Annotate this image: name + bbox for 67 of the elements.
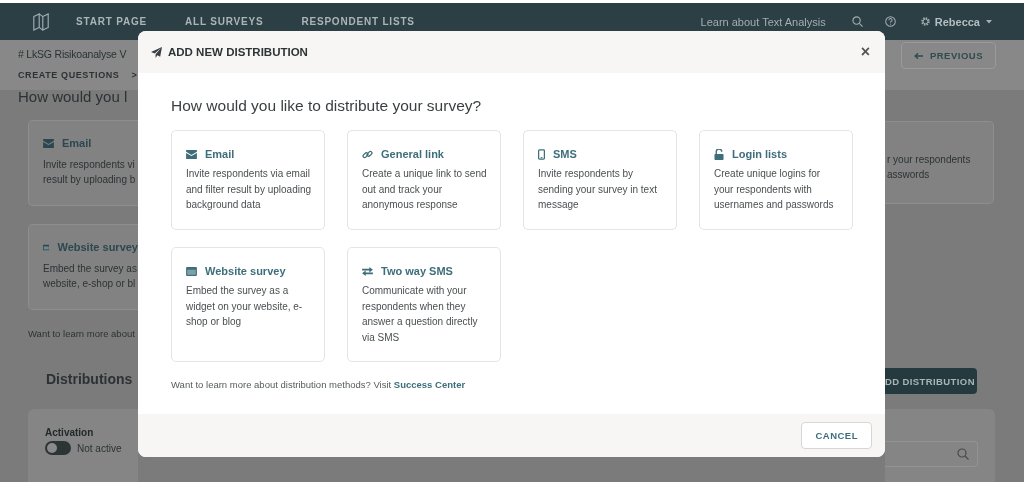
card-description: Create unique logins for your respondents with usernames and passwords (714, 167, 835, 212)
search-field[interactable] (885, 441, 978, 467)
activation-toggle[interactable] (45, 441, 71, 455)
user-menu[interactable]: Rebecca (934, 15, 980, 28)
card-title: Email (62, 137, 92, 149)
card-title: SMS (553, 148, 577, 160)
card-description: Invite respondents via email and filter result by uploading background data (186, 167, 313, 212)
card-description: Embed the survey as (43, 262, 138, 276)
card-title: Website survey (205, 265, 286, 277)
method-card[interactable]: r your respondents asswords (885, 121, 994, 204)
nav-link[interactable]: START PAGE (76, 16, 147, 27)
add-distribution-button[interactable]: DD DISTRIBUTION (885, 368, 977, 394)
gear-icon[interactable] (919, 16, 931, 27)
unlocked-padlock-icon (714, 148, 724, 160)
card-description: website, e-shop or bl (43, 277, 137, 291)
logo-icon[interactable] (32, 11, 50, 32)
method-card[interactable]: General link Create a unique link to send out and track your anonymous response (347, 130, 501, 230)
method-card[interactable]: SMS Invite respondents by sending your survey in text message (523, 130, 677, 230)
method-card[interactable]: Two way SMS Communicate with your respondents when they answer a question directly via SMS (347, 247, 501, 362)
method-card[interactable]: Email Invite respondents via email and filter result by uploading background data (171, 130, 325, 230)
card-description: r your respondents (887, 153, 972, 167)
card-title: Website survey (57, 241, 138, 253)
search-icon (957, 448, 969, 460)
search-icon[interactable] (851, 16, 863, 27)
method-card[interactable]: Website survey Embed the survey as website, e-shop or bl (28, 224, 138, 310)
method-card[interactable]: Website survey Embed the survey as a widget on your website, e-shop or blog (171, 247, 325, 362)
envelope-icon (43, 138, 54, 148)
nav-link[interactable]: RESPONDENT LISTS (301, 16, 415, 27)
breadcrumb-step[interactable]: CREATE QUESTIONS (18, 70, 120, 80)
method-card[interactable]: Email Invite respondents vi result by uploading b (28, 120, 138, 206)
nav-link[interactable]: ALL SURVEYS (184, 16, 264, 27)
phone-icon (538, 148, 545, 160)
exchange-arrows-icon (362, 266, 373, 276)
section-question: How would you l (18, 90, 129, 104)
close-button[interactable]: × (858, 44, 872, 60)
card-description: asswords (887, 168, 931, 182)
help-text: Want to learn more about distribution methods? Visit Success Center (171, 379, 467, 390)
distributions-heading: Distributions (46, 371, 134, 387)
card-title: General link (381, 148, 444, 160)
card-description: Embed the survey as a widget on your website, e-shop or blog (186, 284, 304, 329)
method-card[interactable]: Login lists Create unique logins for your respondents with usernames and passwords (699, 130, 853, 230)
card-description: Communicate with your respondents when they answer a question directly via SMS (362, 284, 479, 345)
card-title: Email (205, 148, 235, 160)
envelope-icon (186, 149, 197, 159)
modal-question: How would you like to distribute your survey? (171, 97, 483, 115)
card-description: Invite respondents vi (43, 158, 136, 172)
learn-more-text: Want to learn more about (28, 328, 136, 339)
activation-label: Activation (45, 427, 95, 438)
left-arrow-icon (913, 51, 923, 60)
caret-icon[interactable] (986, 19, 992, 24)
paper-plane-icon (151, 46, 162, 58)
survey-title: # LkSG Risikoanalyse V (18, 48, 128, 60)
learn-link[interactable]: Learn about Text Analysis (700, 15, 826, 28)
activation-state: Not active (77, 442, 122, 454)
modal-title: ADD NEW DISTRIBUTION (168, 46, 308, 58)
cancel-button[interactable]: CANCEL (801, 422, 872, 449)
card-title: Two way SMS (381, 265, 453, 277)
link-icon (362, 148, 373, 160)
card-title: Login lists (732, 148, 787, 160)
help-icon[interactable] (884, 16, 896, 27)
card-description: result by uploading b (43, 173, 137, 187)
success-center-link[interactable]: Success Center (393, 379, 466, 390)
browser-window-icon (186, 266, 197, 276)
card-description: Invite respondents by sending your survey in text message (538, 167, 658, 212)
card-description: Create a unique link to send out and track your anonymous response (362, 167, 488, 212)
breadcrumb-separator: > (131, 70, 137, 80)
browser-window-icon (43, 242, 50, 252)
